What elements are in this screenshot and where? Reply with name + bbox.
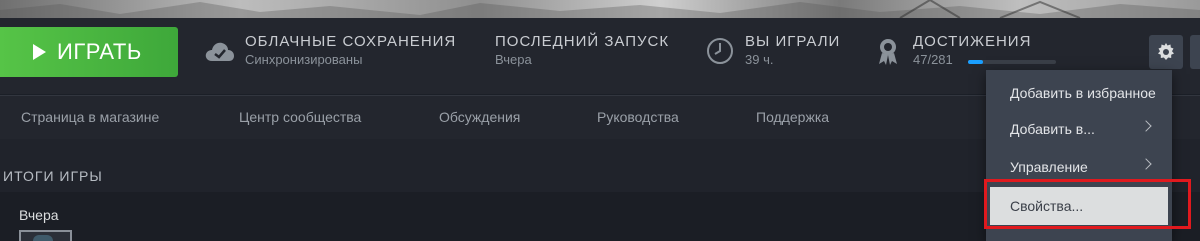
playtime-value: 39 ч.: [745, 52, 774, 67]
play-icon: [33, 44, 46, 60]
avatar-image: [33, 235, 53, 241]
menu-item-label: Добавить в избранное: [1010, 85, 1156, 101]
nav-support[interactable]: Поддержка: [756, 109, 829, 125]
play-button-label: ИГРАТЬ: [57, 39, 142, 64]
menu-item-add-to[interactable]: Добавить в...: [986, 110, 1172, 148]
cloud-saves-value: Синхронизированы: [245, 52, 363, 67]
annotation-highlight-box: [984, 179, 1191, 229]
clock-icon: [705, 36, 735, 66]
last-launch-value: Вчера: [495, 52, 532, 67]
nav-discussions[interactable]: Обсуждения: [439, 109, 520, 125]
activity-day-label: Вчера: [19, 207, 59, 223]
playtime-status: ВЫ ИГРАЛИ 39 ч.: [705, 33, 840, 69]
playtime-title: ВЫ ИГРАЛИ: [745, 33, 841, 50]
last-launch-title: ПОСЛЕДНИЙ ЗАПУСК: [495, 33, 670, 50]
achievement-badge-icon: [873, 36, 903, 66]
cloud-check-icon: [205, 36, 235, 66]
gear-icon: [1158, 43, 1174, 60]
game-hero-art: [0, 0, 1200, 18]
info-button[interactable]: [1190, 35, 1200, 69]
last-launch-status: ПОСЛЕДНИЙ ЗАПУСК Вчера: [495, 33, 669, 69]
cloud-saves-status[interactable]: ОБЛАЧНЫЕ СОХРАНЕНИЯ Синхронизированы: [205, 33, 456, 69]
chevron-right-icon: [1140, 120, 1152, 132]
nav-guides[interactable]: Руководства: [597, 109, 679, 125]
avatar[interactable]: [19, 230, 72, 241]
achievements-title: ДОСТИЖЕНИЯ: [913, 33, 1032, 50]
nav-community-hub[interactable]: Центр сообщества: [239, 109, 361, 125]
menu-item-label: Добавить в...: [1010, 121, 1095, 137]
cloud-saves-title: ОБЛАЧНЫЕ СОХРАНЕНИЯ: [245, 33, 457, 50]
menu-item-label: Управление: [1010, 159, 1088, 175]
nav-store-page[interactable]: Страница в магазине: [21, 109, 159, 125]
settings-button[interactable]: [1149, 35, 1183, 69]
play-button[interactable]: ИГРАТЬ: [0, 27, 178, 77]
section-title: ИТОГИ ИГРЫ: [3, 168, 103, 184]
chevron-right-icon: [1140, 158, 1152, 170]
achievements-progress-bar: [968, 60, 1056, 64]
menu-item-add-favorite[interactable]: Добавить в избранное: [986, 74, 1172, 112]
achievements-progress-fill: [968, 60, 983, 64]
